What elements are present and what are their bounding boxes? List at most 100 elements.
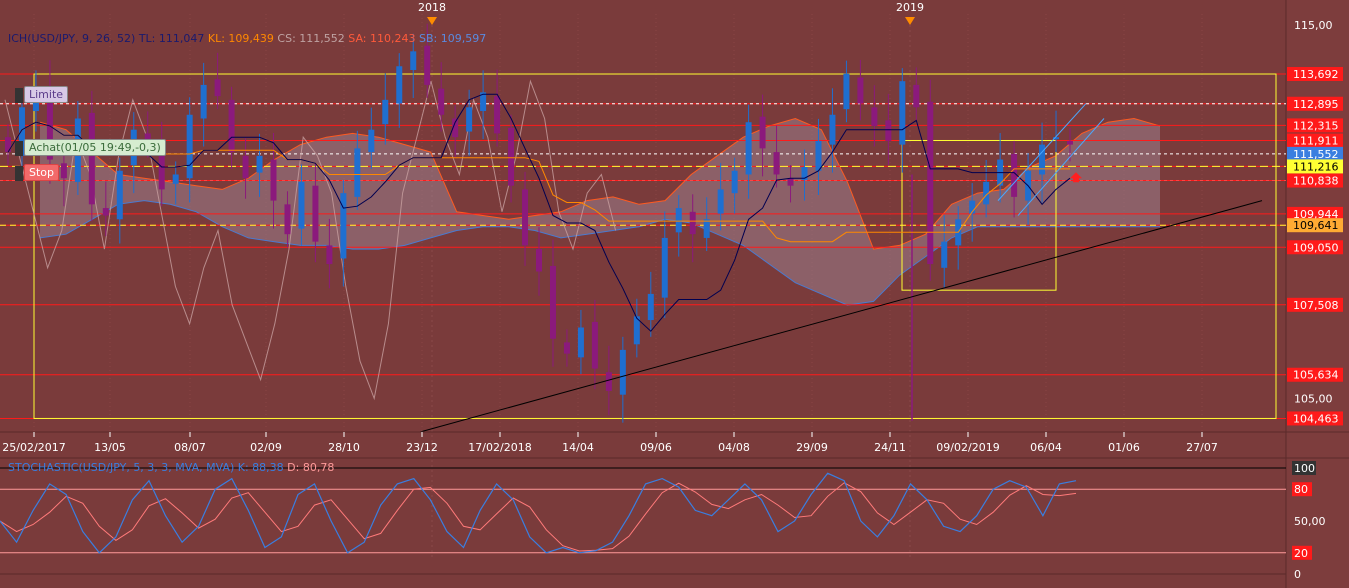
date-label: 13/05	[94, 441, 126, 454]
candle-body	[787, 178, 794, 186]
candle-body	[675, 208, 682, 233]
candle-body	[508, 127, 515, 186]
senkou-b-value: SB: 109,597	[419, 32, 487, 45]
price-level-label: 111,911	[1293, 134, 1339, 147]
candle-body	[619, 349, 626, 395]
candle-body	[270, 159, 277, 201]
year-label: 2018	[418, 1, 446, 14]
stoch-k-value: K: 88,38	[237, 461, 284, 474]
candle-body	[703, 219, 710, 238]
candle-body	[200, 84, 207, 119]
candle-body	[438, 88, 445, 115]
price-level-label: 110,838	[1293, 175, 1339, 188]
candle-body	[647, 293, 654, 321]
candle-body	[242, 155, 249, 179]
candle-body	[829, 114, 836, 145]
candle-body	[396, 66, 403, 104]
candle-body	[536, 249, 542, 272]
candle-body	[494, 96, 501, 134]
price-level-label: 109,641	[1293, 219, 1339, 232]
candle-body	[172, 174, 179, 184]
year-label: 2019	[896, 1, 924, 14]
candle-body	[857, 77, 864, 104]
candle-body	[326, 245, 333, 265]
candle-body	[899, 81, 906, 145]
indicator-name: ICH(USD/JPY, 9, 26, 52)	[8, 32, 136, 45]
candle-body	[256, 155, 263, 173]
candle-body	[773, 152, 780, 175]
candle-body	[1011, 153, 1018, 197]
buy-label: Achat(01/05 19:49,-0,3)	[29, 141, 161, 154]
tenkan-value: TL: 111,047	[138, 32, 205, 45]
price-level-label: 113,692	[1293, 68, 1339, 81]
date-label: 02/09	[250, 441, 282, 454]
candle-body	[368, 129, 375, 153]
kijun-value: KL: 109,439	[207, 32, 274, 45]
stoch-axis-label: 20	[1294, 547, 1308, 560]
candle-body	[284, 204, 291, 235]
date-label: 24/11	[874, 441, 906, 454]
candle-body	[885, 120, 892, 141]
stoch-name: STOCHASTIC(USD/JPY, 5, 3, 3, MVA, MVA)	[8, 461, 235, 474]
candle-body	[591, 321, 598, 369]
candle-body	[549, 265, 556, 339]
stochastic-header: STOCHASTIC(USD/JPY, 5, 3, 3, MVA, MVA) K…	[8, 461, 334, 474]
candle-body	[228, 99, 235, 153]
stoch-axis-label: 100	[1294, 462, 1315, 475]
candle-body	[116, 170, 123, 220]
date-label: 29/09	[796, 441, 828, 454]
buy-order-tag[interactable]: Achat(01/05 19:49,-0,3)	[15, 139, 166, 156]
date-label: 04/08	[718, 441, 750, 454]
candle-body	[5, 137, 11, 153]
price-level-label: 107,508	[1293, 299, 1339, 312]
drag-handle-icon[interactable]	[15, 88, 23, 103]
date-label: 01/06	[1108, 441, 1140, 454]
stoch-axis-label: 50,00	[1294, 515, 1326, 528]
candle-body	[871, 107, 878, 126]
candle-body	[913, 84, 920, 108]
date-label: 23/12	[406, 441, 438, 454]
price-level-label: 109,050	[1293, 241, 1339, 254]
price-level-label: 111,216	[1293, 160, 1339, 173]
price-level-label: 112,895	[1293, 98, 1339, 111]
stop-label: Stop	[29, 166, 55, 179]
price-tick-label: 105,00	[1294, 392, 1333, 405]
candle-body	[424, 45, 431, 85]
candle-body	[410, 51, 417, 70]
limit-order-tag[interactable]: Limite	[15, 86, 69, 103]
date-label: 27/07	[1186, 441, 1218, 454]
candle-body	[102, 208, 109, 216]
stop-order-tag[interactable]: Stop	[15, 164, 60, 181]
candle-body	[731, 170, 738, 194]
candle-body	[745, 122, 752, 175]
candle-body	[298, 181, 305, 229]
candle-body	[466, 107, 473, 132]
date-label: 14/04	[562, 441, 594, 454]
stoch-axis-label: 0	[1294, 568, 1301, 581]
stoch-d-value: D: 80,78	[287, 461, 335, 474]
date-label: 09/06	[640, 441, 672, 454]
candle-body	[214, 79, 221, 97]
candle-body	[563, 342, 570, 354]
drag-handle-icon[interactable]	[15, 141, 23, 156]
candle-body	[522, 189, 529, 246]
date-label: 17/02/2018	[468, 441, 531, 454]
price-tick-label: 115,00	[1294, 19, 1333, 32]
stoch-axis-label: 80	[1294, 483, 1308, 496]
price-chart[interactable]: 2018 2019 115,00 105,00 113,692 112,895 112,31…	[0, 0, 1349, 588]
date-label: 09/02/2019	[936, 441, 999, 454]
candle-body	[661, 237, 668, 298]
chikou-value: CS: 111,552	[277, 32, 345, 45]
candle-body	[843, 73, 850, 110]
limit-label: Limite	[29, 88, 64, 101]
candle-body	[60, 163, 67, 179]
date-label: 25/02/2017	[2, 441, 65, 454]
candle-body	[689, 211, 696, 235]
price-level-label: 111,552	[1293, 148, 1339, 161]
candle-body	[605, 372, 612, 391]
candle-body	[577, 327, 584, 358]
candle-body	[354, 148, 361, 197]
drag-handle-icon[interactable]	[15, 166, 23, 181]
candle-body	[815, 140, 822, 171]
price-level-label: 105,634	[1293, 369, 1339, 382]
